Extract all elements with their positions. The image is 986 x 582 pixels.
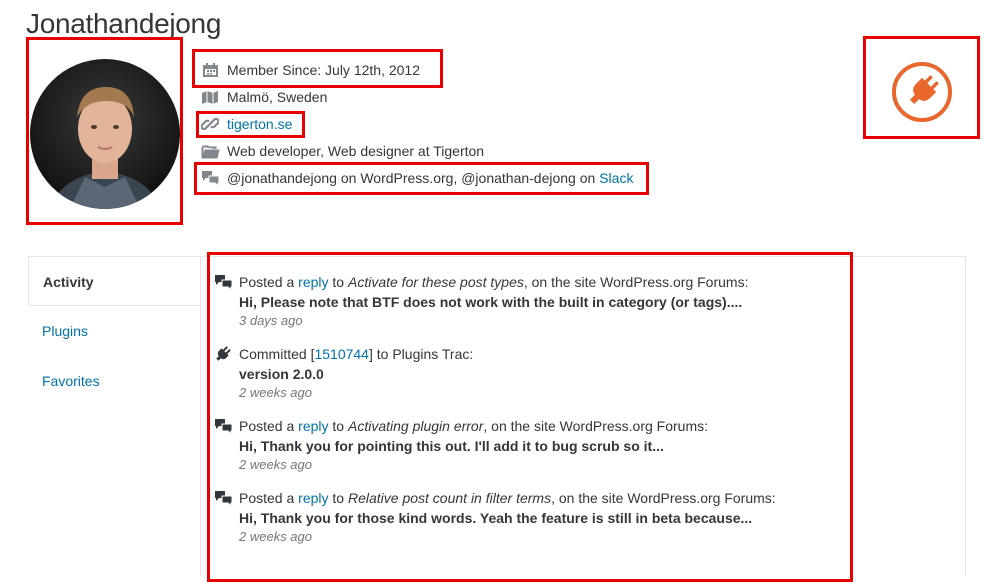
folder-icon: [200, 142, 220, 160]
tab-activity[interactable]: Activity: [28, 256, 200, 306]
activity-excerpt: Hi, Thank you for those kind words. Yeah…: [239, 510, 753, 526]
profile-tabs: Activity Plugins Favorites: [28, 256, 200, 406]
location-text: Malmö, Sweden: [227, 89, 328, 105]
activity-time: 2 weeks ago: [239, 529, 312, 544]
plugin-icon: [892, 62, 952, 122]
chat-icon: [200, 169, 220, 187]
activity-item: Posted a reply to Activate for these pos…: [214, 272, 748, 330]
calendar-icon: [200, 61, 220, 79]
plugin-icon: [214, 345, 234, 363]
forum-icon: [214, 273, 234, 291]
activity-excerpt: version 2.0.0: [239, 366, 324, 382]
topic-title: Activating plugin error: [347, 418, 484, 434]
job-row: Web developer, Web designer at Tigerton: [200, 139, 484, 163]
activity-time: 2 weeks ago: [239, 457, 312, 472]
reply-link[interactable]: reply: [298, 418, 328, 434]
reply-link[interactable]: reply: [298, 490, 328, 506]
job-text: Web developer, Web designer at Tigerton: [227, 143, 485, 159]
forum-icon: [214, 489, 234, 507]
activity-excerpt: Hi, Thank you for pointing this out. I'l…: [239, 438, 664, 454]
avatar: [30, 59, 180, 209]
map-icon: [200, 88, 220, 106]
link-icon: [200, 115, 220, 133]
member-since-text: Member Since: July 12th, 2012: [227, 62, 420, 78]
plugin-developer-badge: [890, 60, 954, 124]
tab-plugins[interactable]: Plugins: [28, 306, 200, 356]
profile-name: Jonathandejong: [26, 8, 222, 39]
website-row: tigerton.se: [200, 112, 292, 136]
activity-item: Committed [1510744] to Plugins Trac: ver…: [214, 344, 473, 402]
handles-text: @jonathandejong on WordPress.org, @jonat…: [227, 170, 600, 186]
forum-icon: [214, 417, 234, 435]
activity-time: 2 weeks ago: [239, 385, 312, 400]
handles-row: @jonathandejong on WordPress.org, @jonat…: [200, 166, 633, 190]
website-link[interactable]: tigerton.se: [227, 116, 292, 132]
location-row: Malmö, Sweden: [200, 85, 327, 109]
topic-title: Relative post count in filter terms: [347, 490, 552, 506]
activity-item: Posted a reply to Activating plugin erro…: [214, 416, 708, 474]
changeset-link[interactable]: 1510744: [314, 346, 369, 362]
reply-link[interactable]: reply: [298, 274, 328, 290]
slack-link[interactable]: Slack: [599, 170, 633, 186]
activity-item: Posted a reply to Relative post count in…: [214, 488, 776, 546]
tab-favorites[interactable]: Favorites: [28, 356, 200, 406]
activity-excerpt: Hi, Please note that BTF does not work w…: [239, 294, 743, 310]
topic-title: Activate for these post types: [347, 274, 524, 290]
member-since-row: Member Since: July 12th, 2012: [200, 58, 420, 82]
avatar-image: [30, 59, 180, 209]
activity-time: 3 days ago: [239, 313, 303, 328]
